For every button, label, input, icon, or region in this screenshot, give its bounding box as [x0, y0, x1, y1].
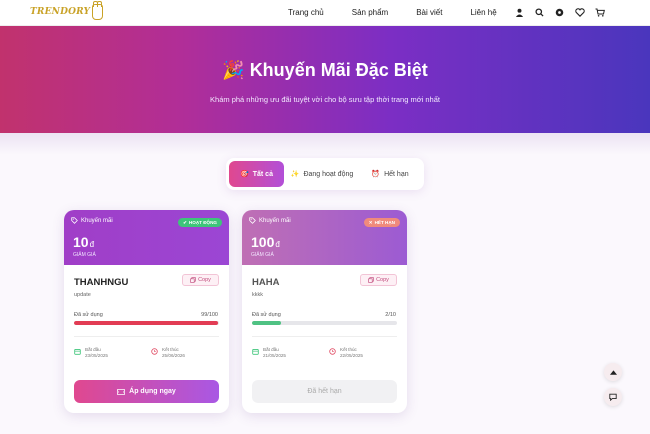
status-badge: ✕ HẾT HẠN	[363, 218, 400, 227]
hero-subtitle: Khám phá những ưu đãi tuyệt vời cho bộ s…	[210, 95, 440, 104]
coupon-value-label: GIẢM GIÁ	[73, 252, 96, 258]
coupon-type-label: Khuyến mãi	[81, 217, 113, 224]
tab-expired[interactable]: ⏰ Hết hạn	[360, 161, 420, 187]
main-menu: Trang chủ Sản phẩm Bài viết Liên hệ	[288, 8, 525, 17]
party-icon: 🎉	[222, 60, 245, 80]
check-icon: ✔	[183, 219, 187, 225]
ticket-icon	[117, 388, 126, 395]
coupon-type: Khuyến mãi	[249, 217, 291, 224]
start-date-value: 23/05/2025	[85, 353, 108, 359]
sparkle-icon: ✨	[290, 171, 300, 178]
coupon-card: Khuyến mãi ✕ HẾT HẠN 100đ GIẢM GIÁ HAHA …	[242, 210, 407, 413]
coupon-currency: đ	[89, 240, 95, 249]
hero-title: 🎉 Khuyến Mãi Đặc Biệt	[0, 60, 650, 81]
user-icon[interactable]	[514, 7, 525, 18]
top-navbar: TRENDORY Trang chủ Sản phẩm Bài viết Liê…	[0, 0, 650, 26]
coupon-value: 100đ	[251, 234, 280, 250]
coupon-description: update	[74, 292, 91, 298]
copy-button[interactable]: Copy	[182, 274, 219, 286]
expired-button: Đã hết hạn	[252, 380, 397, 403]
usage-count: 2/10	[385, 312, 396, 318]
nav-item-contact[interactable]: Liên hệ	[470, 8, 496, 17]
logo-text: TRENDORY	[30, 7, 91, 17]
expired-button-label: Đã hết hạn	[307, 388, 342, 395]
alarm-icon: ⏰	[371, 171, 381, 178]
copy-icon	[190, 277, 196, 283]
nav-icon-group	[514, 7, 605, 18]
clock-icon	[329, 348, 336, 355]
divider	[252, 336, 397, 337]
coupon-currency: đ	[275, 240, 280, 249]
coupon-value-number: 100	[251, 234, 275, 250]
arrow-up-icon	[609, 369, 617, 375]
hero-title-text: Khuyến Mãi Đặc Biệt	[249, 60, 428, 80]
usage-progress-fill	[252, 321, 281, 325]
calendar-icon	[252, 348, 259, 355]
tab-expired-label: Hết hạn	[384, 170, 409, 178]
clock-icon	[151, 348, 158, 355]
end-date-value: 25/06/2026	[162, 353, 185, 359]
tag-icon	[249, 217, 256, 224]
coupon-type-label: Khuyến mãi	[259, 217, 291, 224]
coupon-code: THANHNGU	[74, 277, 129, 288]
coupon-value: 10đ	[73, 234, 94, 250]
status-badge-label: HẾT HẠN	[374, 220, 395, 225]
copy-button[interactable]: Copy	[360, 274, 397, 286]
coupon-code: HAHA	[252, 277, 280, 288]
usage-count: 99/100	[201, 312, 218, 318]
start-date-value: 21/05/2025	[263, 353, 286, 359]
coupon-description: kkkk	[252, 292, 263, 298]
tab-active[interactable]: ✨ Đang hoạt động	[284, 161, 360, 187]
status-badge-label: HOẠT ĐỘNG	[188, 220, 217, 225]
hero-banner: 🎉 Khuyến Mãi Đặc Biệt Khám phá những ưu …	[0, 26, 650, 133]
usage-label: Đã sử dụng	[74, 312, 103, 318]
heart-icon[interactable]	[574, 7, 585, 18]
x-icon: ✕	[368, 219, 373, 225]
end-date: Kết thúc 22/05/2025	[329, 347, 363, 359]
scroll-top-button[interactable]	[604, 363, 622, 381]
coupon-value-number: 10	[73, 234, 89, 250]
chat-button[interactable]	[604, 388, 622, 406]
apply-now-label: Áp dụng ngay	[129, 388, 176, 395]
hero-fade	[0, 133, 650, 155]
nav-item-home[interactable]: Trang chủ	[288, 8, 324, 17]
copy-button-label: Copy	[198, 277, 211, 283]
tag-icon	[71, 217, 78, 224]
copy-icon	[368, 277, 374, 283]
coupon-card: Khuyến mãi ✔ HOẠT ĐỘNG 10đ GIẢM GIÁ THAN…	[64, 210, 229, 413]
target-icon: 🎯	[240, 171, 249, 178]
coupon-header: Khuyến mãi ✔ HOẠT ĐỘNG 10đ GIẢM GIÁ	[64, 210, 229, 265]
settings-icon[interactable]	[554, 7, 565, 18]
calendar-icon	[74, 348, 81, 355]
nav-item-articles[interactable]: Bài viết	[416, 8, 442, 17]
usage-progress-fill	[74, 321, 218, 325]
usage-label: Đã sử dụng	[252, 312, 281, 318]
tab-all[interactable]: 🎯 Tất cả	[229, 161, 284, 187]
cart-icon[interactable]	[594, 7, 605, 18]
brand-logo[interactable]: TRENDORY	[30, 1, 104, 20]
coupon-value-label: GIẢM GIÁ	[251, 252, 274, 258]
apply-now-button[interactable]: Áp dụng ngay	[74, 380, 219, 403]
coupon-type: Khuyến mãi	[71, 217, 113, 224]
tab-active-label: Đang hoạt động	[303, 170, 354, 178]
logo-cat-icon	[92, 1, 104, 20]
copy-button-label: Copy	[376, 277, 389, 283]
nav-item-products[interactable]: Sản phẩm	[352, 8, 388, 17]
filter-tabs: 🎯 Tất cả ✨ Đang hoạt động ⏰ Hết hạn	[226, 158, 424, 190]
status-badge: ✔ HOẠT ĐỘNG	[178, 218, 222, 227]
end-date-value: 22/05/2025	[340, 353, 363, 359]
coupon-header: Khuyến mãi ✕ HẾT HẠN 100đ GIẢM GIÁ	[242, 210, 407, 265]
tab-all-label: Tất cả	[252, 170, 273, 178]
search-icon[interactable]	[534, 7, 545, 18]
end-date: Kết thúc 25/06/2026	[151, 347, 185, 359]
chat-icon	[609, 393, 617, 401]
usage-progress-bar	[252, 321, 397, 325]
usage-progress-bar	[74, 321, 219, 325]
start-date: Bắt đầu 23/05/2025	[74, 347, 108, 359]
start-date: Bắt đầu 21/05/2025	[252, 347, 286, 359]
divider	[74, 336, 219, 337]
